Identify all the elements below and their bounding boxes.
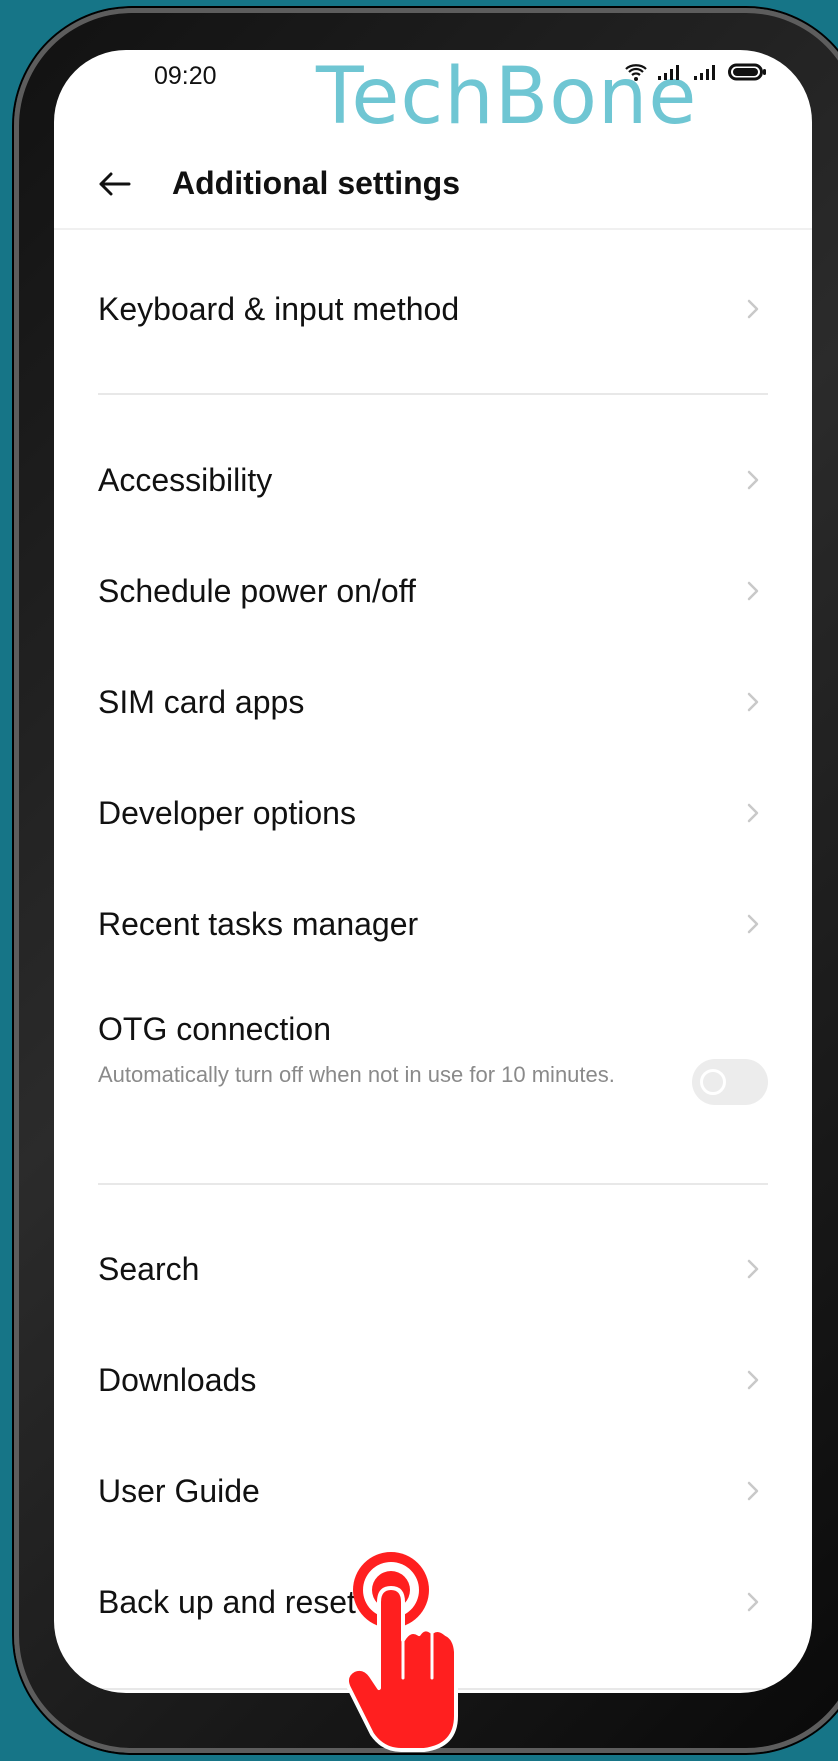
developer-options-label: Developer options (98, 795, 356, 831)
chevron-right-icon (738, 687, 768, 717)
page-header: Additional settings (54, 142, 812, 230)
section-divider (98, 1183, 768, 1185)
accessibility-label: Accessibility (98, 462, 273, 498)
chevron-right-icon (738, 465, 768, 495)
status-bar: 09:20 TechBone (54, 50, 812, 136)
accessibility-item[interactable]: Accessibility (98, 462, 768, 498)
section-divider (98, 393, 768, 395)
otg-description: Automatically turn off when not in use f… (98, 1062, 615, 1088)
downloads-item[interactable]: Downloads (98, 1362, 768, 1398)
search-label: Search (98, 1251, 200, 1287)
otg-connection-label: OTG connection (98, 1011, 331, 1047)
keyboard-input-method-label: Keyboard & input method (98, 291, 460, 327)
keyboard-input-method-item[interactable]: Keyboard & input method (98, 291, 768, 327)
back-button[interactable] (94, 166, 134, 206)
search-item[interactable]: Search (98, 1251, 768, 1287)
chevron-right-icon (738, 1587, 768, 1617)
signal-icon (692, 62, 720, 87)
chevron-right-icon (738, 576, 768, 606)
sim-card-apps-item[interactable]: SIM card apps (98, 684, 768, 720)
chevron-right-icon (738, 909, 768, 939)
user-guide-item[interactable]: User Guide (98, 1473, 768, 1509)
signal-icon (656, 62, 684, 87)
toggle-knob (700, 1069, 726, 1095)
schedule-power-label: Schedule power on/off (98, 573, 416, 609)
otg-toggle[interactable] (692, 1059, 768, 1105)
chevron-right-icon (738, 1254, 768, 1284)
schedule-power-item[interactable]: Schedule power on/off (98, 573, 768, 609)
phone-screen: 09:20 TechBone Additional settings Keybo… (54, 50, 812, 1693)
chevron-right-icon (738, 798, 768, 828)
wifi-icon (624, 62, 648, 87)
downloads-label: Downloads (98, 1362, 257, 1398)
arrow-left-icon (96, 170, 132, 203)
battery-icon (728, 62, 768, 87)
developer-options-item[interactable]: Developer options (98, 795, 768, 831)
chevron-right-icon (738, 294, 768, 324)
chevron-right-icon (738, 1476, 768, 1506)
tap-indicator-hand-icon (344, 1548, 472, 1754)
sim-card-apps-label: SIM card apps (98, 684, 305, 720)
chevron-right-icon (738, 1365, 768, 1395)
page-title: Additional settings (172, 165, 460, 201)
user-guide-label: User Guide (98, 1473, 260, 1509)
recent-tasks-manager-label: Recent tasks manager (98, 906, 419, 942)
status-time: 09:20 (154, 62, 217, 90)
status-icons (624, 62, 768, 87)
recent-tasks-manager-item[interactable]: Recent tasks manager (98, 906, 768, 942)
otg-connection-item[interactable]: OTG connection Automatically turn off wh… (98, 1011, 768, 1132)
